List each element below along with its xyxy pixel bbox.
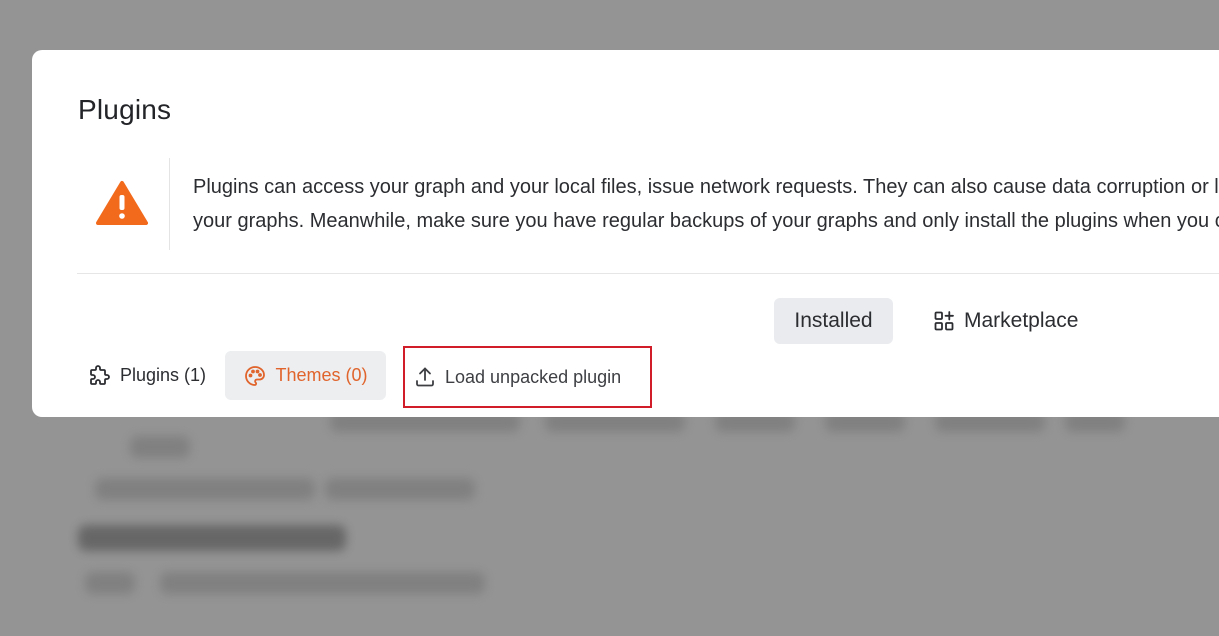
load-unpacked-plugin-label: Load unpacked plugin <box>445 366 622 387</box>
plugins-filter-button[interactable]: Plugins (1) <box>84 351 210 399</box>
themes-filter-button[interactable]: Themes (0) <box>225 351 386 400</box>
upload-icon <box>416 367 434 387</box>
tab-marketplace[interactable]: Marketplace <box>932 298 1078 344</box>
load-unpacked-plugin-button[interactable]: Load unpacked plugin <box>403 346 652 408</box>
warning-line-1: Plugins can access your graph and your l… <box>193 176 1219 198</box>
warning-message: Plugins can access your graph and your l… <box>193 170 1219 238</box>
plugins-filter-label: Plugins (1) <box>120 364 207 385</box>
modal-title: Plugins <box>78 94 172 125</box>
warning-icon <box>96 181 148 225</box>
warning-line-2: your graphs. Meanwhile, make sure you ha… <box>193 210 1219 232</box>
warning-divider <box>169 158 170 250</box>
themes-filter-label: Themes (0) <box>275 365 368 385</box>
tab-installed[interactable]: Installed <box>774 298 893 344</box>
tab-marketplace-label: Marketplace <box>964 309 1079 332</box>
puzzle-icon <box>90 365 110 385</box>
tab-installed-label: Installed <box>794 309 873 332</box>
plugins-modal: Plugins Plugins can access your graph an… <box>32 50 1219 417</box>
grid-plus-icon <box>934 311 954 331</box>
section-divider <box>77 273 1219 274</box>
palette-icon <box>245 365 266 386</box>
